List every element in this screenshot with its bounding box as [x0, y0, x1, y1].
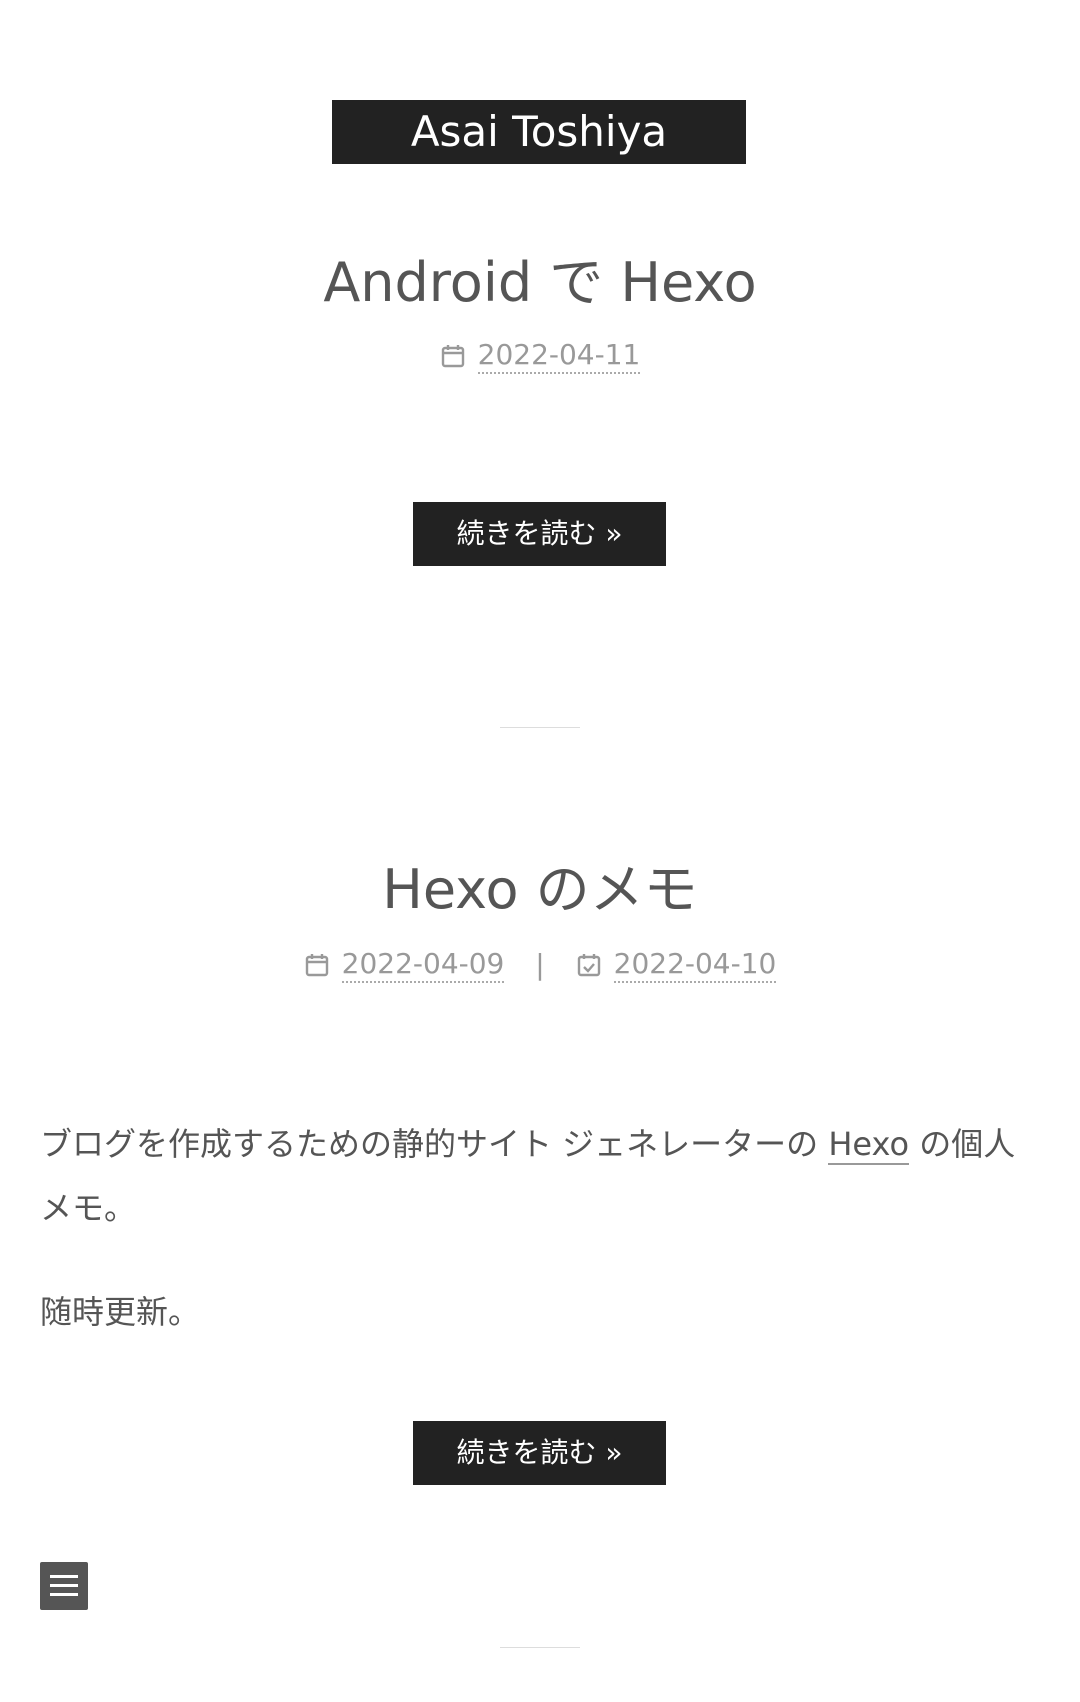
- excerpt-paragraph: 随時更新。: [40, 1280, 1040, 1344]
- created-date-link[interactable]: 2022-04-11: [477, 338, 641, 374]
- post-excerpt: ブログを作成するための静的サイト ジェネレーターの Hexo の個人メモ。 随時…: [40, 1112, 1040, 1344]
- meta-divider: |: [535, 948, 545, 981]
- created-date: 2022-04-11: [440, 338, 641, 374]
- excerpt-text: ブログを作成するための静的サイト ジェネレーターの: [40, 1125, 829, 1163]
- site-header: Asai Toshiya: [0, 0, 1080, 200]
- created-date: 2022-04-09: [304, 947, 505, 983]
- post-divider: [500, 1647, 580, 1648]
- menu-icon[interactable]: [40, 1562, 88, 1610]
- post-divider: [500, 727, 580, 728]
- created-date-link[interactable]: 2022-04-09: [341, 947, 505, 983]
- calendar-icon: [304, 952, 330, 978]
- menu-bar: [50, 1593, 78, 1596]
- updated-date-link[interactable]: 2022-04-10: [613, 947, 777, 983]
- updated-date: 2022-04-10: [576, 947, 777, 983]
- post-meta: 2022-04-09 | 2022-04-10: [0, 944, 1080, 985]
- post-title[interactable]: Android で Hexo: [0, 250, 1080, 316]
- read-more-button[interactable]: 続きを読む »: [413, 502, 666, 566]
- site-title-link[interactable]: Asai Toshiya: [332, 100, 746, 164]
- post-meta: 2022-04-11: [0, 335, 1080, 375]
- calendar-icon: [440, 343, 466, 369]
- hexo-link[interactable]: Hexo: [828, 1125, 910, 1165]
- menu-bar: [50, 1584, 78, 1587]
- calendar-check-icon: [576, 952, 602, 978]
- excerpt-text: 随時更新。: [40, 1293, 201, 1331]
- menu-bar: [50, 1575, 78, 1578]
- post-title[interactable]: Hexo のメモ: [0, 857, 1080, 923]
- excerpt-paragraph: ブログを作成するための静的サイト ジェネレーターの Hexo の個人メモ。: [40, 1112, 1040, 1240]
- read-more-button[interactable]: 続きを読む »: [413, 1421, 666, 1485]
